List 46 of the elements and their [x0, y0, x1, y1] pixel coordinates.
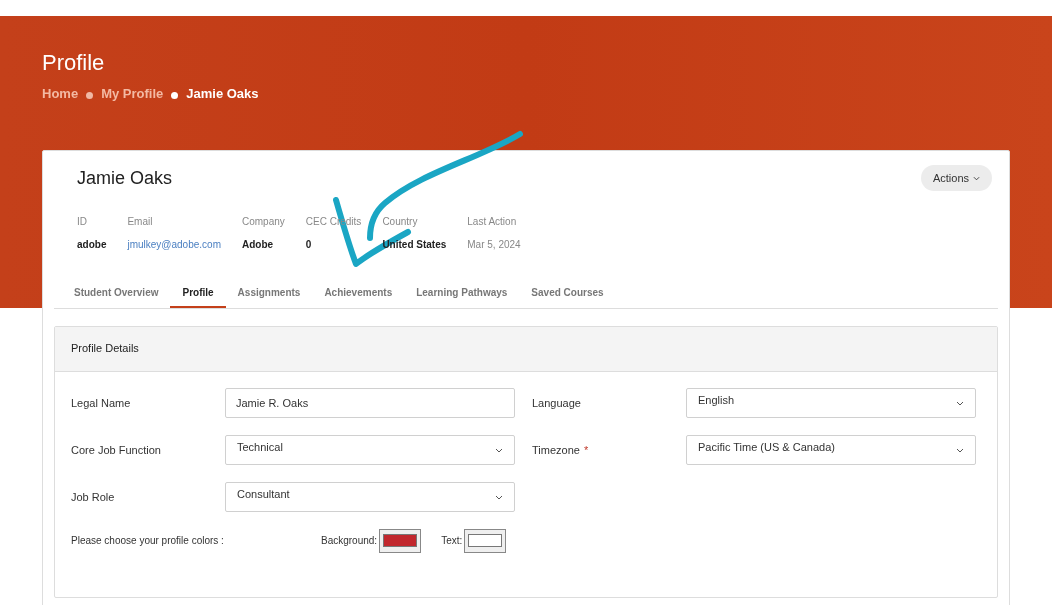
info-label: Country [382, 214, 419, 229]
email-link[interactable]: jmulkey@adobe.com [127, 236, 221, 252]
select-field[interactable]: Pacific Time (US & Canada) [686, 435, 976, 465]
info-label: Last Action [467, 214, 518, 229]
tab[interactable]: Profile [170, 279, 226, 308]
tab[interactable]: Assignments [225, 279, 313, 308]
info-value: Adobe [242, 237, 275, 252]
chevron-down-icon [956, 447, 964, 453]
user-name: Jamie Oaks [77, 166, 173, 190]
info-label: Email [127, 214, 154, 229]
text-input[interactable]: Jamie R. Oaks [225, 388, 515, 418]
field-label: Legal Name [71, 395, 132, 411]
color-label: Text: [441, 534, 463, 548]
field-label: Core Job Function [71, 442, 162, 458]
info-value: adobe [77, 237, 107, 252]
field-label: Job Role [71, 489, 116, 505]
tab[interactable]: Student Overview [62, 279, 171, 308]
breadcrumb-separator-icon [86, 91, 94, 99]
actions-button[interactable]: Actions [920, 165, 992, 191]
breadcrumb-separator-icon [171, 91, 179, 99]
panel-title: Profile Details [71, 341, 139, 357]
chevron-down-icon [956, 400, 964, 406]
tab[interactable]: Achievements [312, 279, 405, 308]
color-label: Background: [321, 534, 378, 548]
breadcrumb-link[interactable]: My Profile [101, 84, 164, 104]
field-label: Timezone * [532, 442, 590, 458]
tab[interactable]: Saved Courses [519, 279, 616, 308]
page-title: Profile [42, 50, 106, 76]
breadcrumb-current: Jamie Oaks [186, 85, 259, 103]
colors-prompt: Please choose your profile colors : [71, 534, 225, 548]
chevron-down-icon [495, 494, 503, 500]
color-picker[interactable] [379, 528, 422, 553]
tab[interactable]: Learning Pathways [404, 279, 520, 308]
required-mark: * [583, 443, 589, 456]
select-field[interactable]: Technical [225, 435, 515, 465]
breadcrumb-link[interactable]: Home [42, 84, 79, 104]
chevron-down-icon [495, 447, 503, 453]
info-value: 0 [305, 237, 313, 252]
info-value: Mar 5, 2024 [467, 237, 521, 252]
color-picker[interactable] [464, 528, 507, 553]
info-label: Company [242, 214, 285, 229]
field-label: Language [532, 395, 582, 411]
select-field[interactable]: Consultant [225, 482, 515, 512]
info-label: ID [77, 214, 88, 229]
select-field[interactable]: English [686, 388, 976, 418]
chevron-down-icon [973, 175, 980, 181]
